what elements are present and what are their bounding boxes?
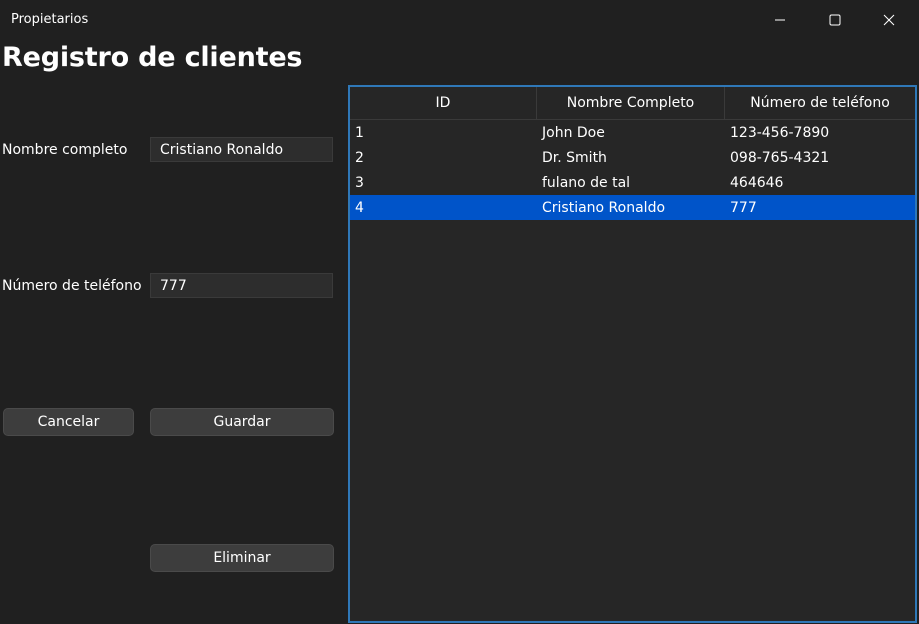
maximize-icon (829, 14, 841, 26)
minimize-button[interactable] (757, 0, 803, 40)
column-header-id[interactable]: ID (350, 87, 537, 119)
table-header: ID Nombre Completo Número de teléfono (350, 87, 915, 120)
name-field[interactable] (150, 137, 333, 162)
delete-button[interactable]: Eliminar (150, 544, 334, 572)
cell-id: 2 (355, 149, 364, 166)
cell-phone: 123-456-7890 (730, 124, 830, 141)
cell-id: 1 (355, 124, 364, 141)
phone-label: Número de teléfono (2, 278, 142, 294)
cell-phone: 098-765-4321 (730, 149, 830, 166)
cell-id: 3 (355, 174, 364, 191)
minimize-icon (775, 19, 785, 21)
column-header-phone[interactable]: Número de teléfono (725, 87, 915, 119)
cell-id: 4 (355, 199, 364, 216)
cell-name: Dr. Smith (542, 149, 607, 166)
maximize-button[interactable] (812, 0, 858, 40)
phone-field[interactable] (150, 273, 333, 298)
save-button[interactable]: Guardar (150, 408, 334, 436)
table-row[interactable]: 2 Dr. Smith 098-765-4321 (350, 145, 915, 170)
cell-name: John Doe (542, 124, 605, 141)
close-icon (883, 14, 895, 26)
clients-table[interactable]: ID Nombre Completo Número de teléfono 1 … (348, 85, 917, 623)
table-row[interactable]: 3 fulano de tal 464646 (350, 170, 915, 195)
name-label: Nombre completo (2, 142, 128, 158)
cell-phone: 464646 (730, 174, 784, 191)
app-window: Propietarios Registro de clientes Nombre… (0, 0, 919, 624)
window-title: Propietarios (11, 12, 89, 27)
column-header-name[interactable]: Nombre Completo (537, 87, 725, 119)
title-bar[interactable]: Propietarios (0, 0, 919, 40)
cancel-button[interactable]: Cancelar (3, 408, 134, 436)
cell-name: fulano de tal (542, 174, 631, 191)
table-row[interactable]: 1 John Doe 123-456-7890 (350, 120, 915, 145)
page-title: Registro de clientes (2, 42, 303, 73)
cell-name: Cristiano Ronaldo (542, 199, 666, 216)
table-row-selected[interactable]: 4 Cristiano Ronaldo 777 (350, 195, 915, 220)
cell-phone: 777 (730, 199, 757, 216)
close-button[interactable] (866, 0, 912, 40)
